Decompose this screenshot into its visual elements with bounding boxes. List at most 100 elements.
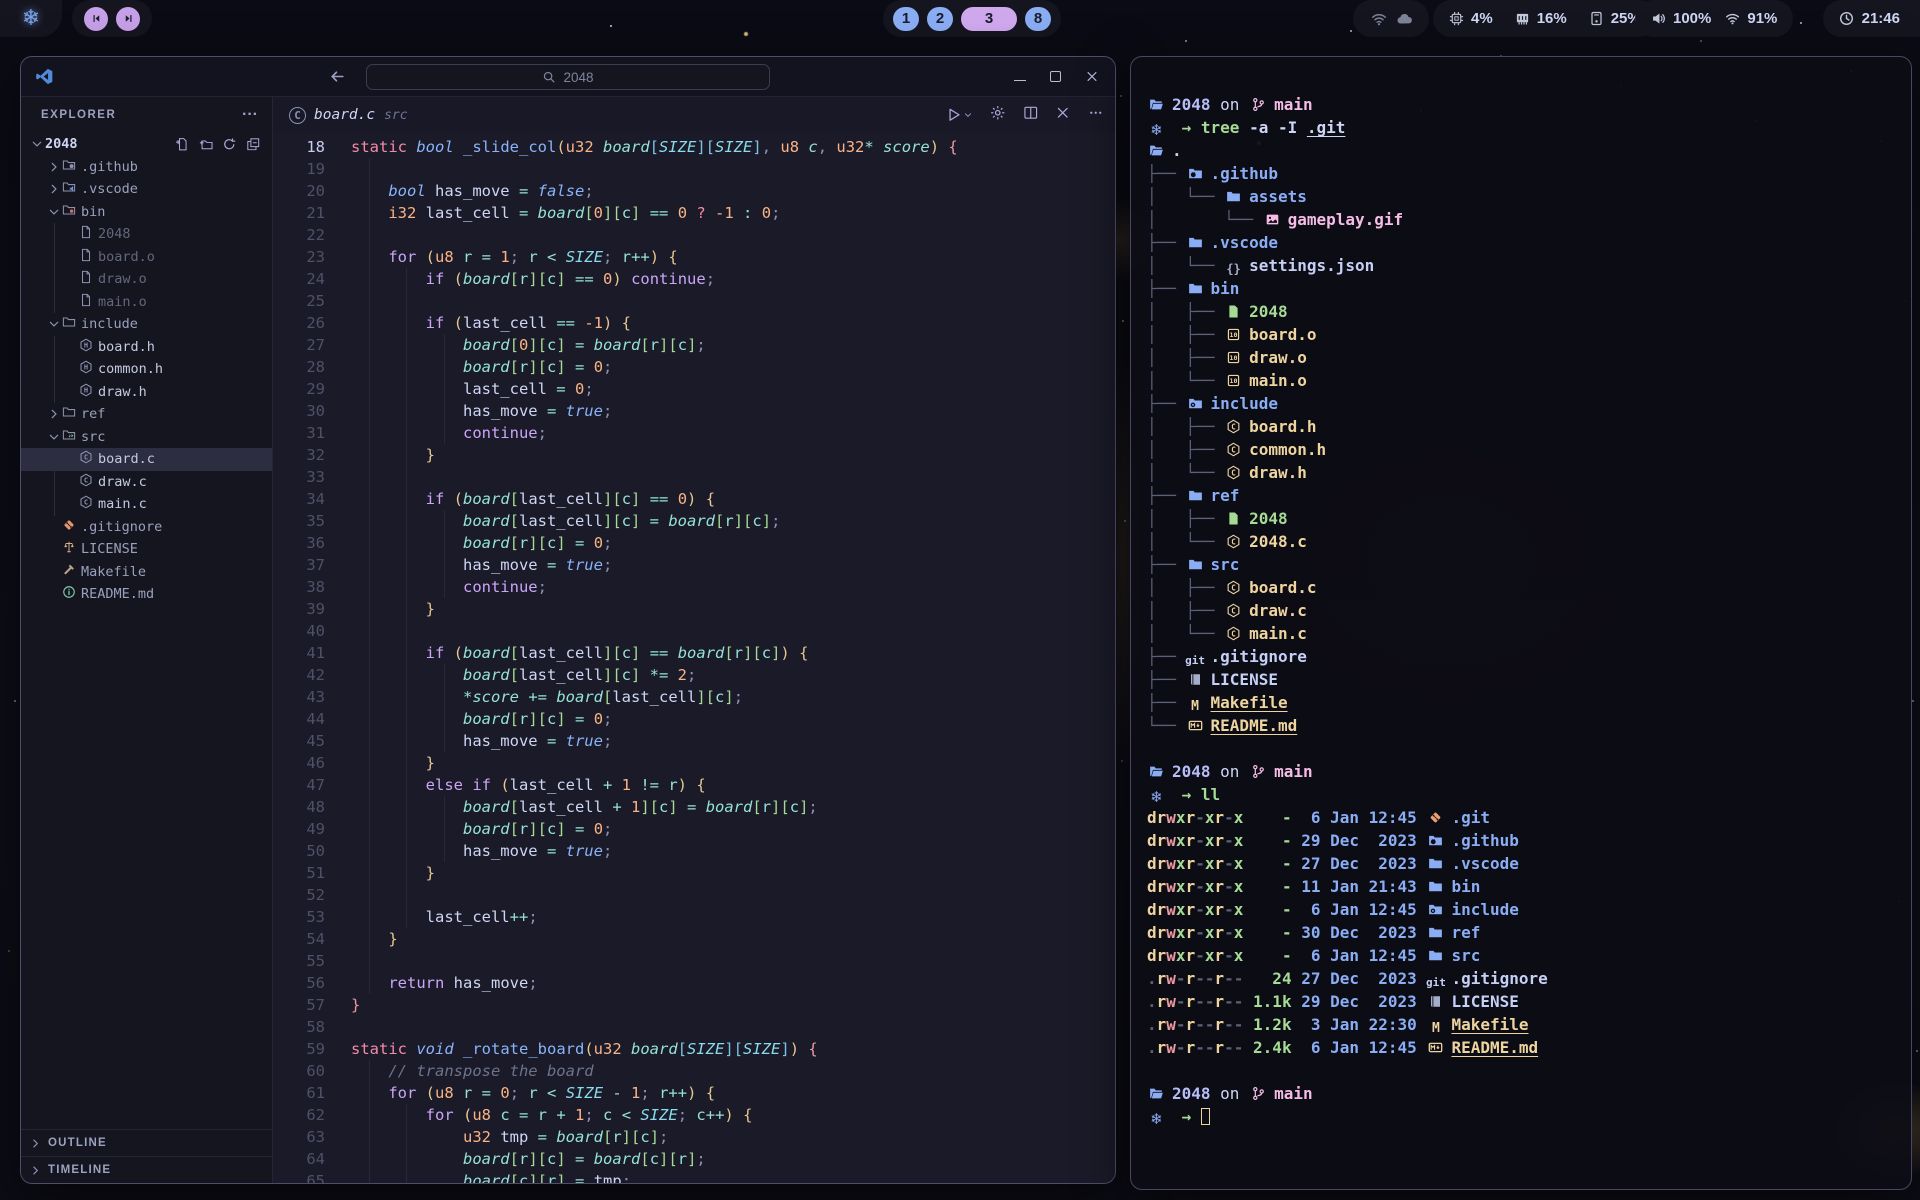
code-line-41[interactable]: 41 if (board[last_cell][c] == board[r][c… (273, 642, 1115, 664)
code-line-18[interactable]: 18static bool _slide_col(u32 board[SIZE]… (273, 136, 1115, 158)
code-line-31[interactable]: 31 continue; (273, 422, 1115, 444)
code-line-57[interactable]: 57} (273, 994, 1115, 1016)
code-line-23[interactable]: 23 for (u8 r = 1; r < SIZE; r++) { (273, 246, 1115, 268)
explorer-item-bin[interactable]: bin (21, 201, 272, 224)
code-line-46[interactable]: 46 } (273, 752, 1115, 774)
workspace-2[interactable]: 2 (927, 7, 953, 31)
skip-forward-button[interactable] (116, 7, 140, 31)
code-line-21[interactable]: 21 i32 last_cell = board[0][c] == 0 ? -1… (273, 202, 1115, 224)
code-line-43[interactable]: 43 *score += board[last_cell][c]; (273, 686, 1115, 708)
code-line-51[interactable]: 51 } (273, 862, 1115, 884)
code-line-63[interactable]: 63 u32 tmp = board[r][c]; (273, 1126, 1115, 1148)
code-line-48[interactable]: 48 board[last_cell + 1][c] = board[r][c]… (273, 796, 1115, 818)
code-line-61[interactable]: 61 for (u8 r = 0; r < SIZE - 1; r++) { (273, 1082, 1115, 1104)
workspace-3[interactable]: 3 (961, 7, 1017, 31)
code-line-55[interactable]: 55 (273, 950, 1115, 972)
code-line-49[interactable]: 49 board[r][c] = 0; (273, 818, 1115, 840)
new-file-icon[interactable] (175, 137, 190, 152)
terminal-window[interactable]: 2048 on main❄ → tree -a -I .git.├── .git… (1130, 56, 1912, 1190)
refresh-icon[interactable] (222, 137, 237, 152)
workspace-8[interactable]: 8 (1025, 7, 1051, 31)
code-editor[interactable]: 18static bool _slide_col(u32 board[SIZE]… (273, 133, 1115, 1183)
vscode-titlebar[interactable]: 2048 (21, 57, 1115, 97)
code-line-28[interactable]: 28 board[r][c] = 0; (273, 356, 1115, 378)
explorer-item-src[interactable]: src (21, 426, 272, 449)
explorer-item-main.o[interactable]: main.o (21, 291, 272, 314)
explorer-item-2048[interactable]: 2048 (21, 223, 272, 246)
collapse-folders-icon[interactable] (246, 137, 261, 152)
sidebar-section-timeline[interactable]: TIMELINE (21, 1156, 272, 1183)
code-line-62[interactable]: 62 for (u8 c = r + 1; c < SIZE; c++) { (273, 1104, 1115, 1126)
code-line-20[interactable]: 20 bool has_move = false; (273, 180, 1115, 202)
close-window-button[interactable] (1085, 70, 1099, 84)
explorer-item-draw.c[interactable]: Cdraw.c (21, 471, 272, 494)
launcher-button[interactable]: ❄ (0, 0, 62, 37)
code-line-53[interactable]: 53 last_cell++; (273, 906, 1115, 928)
code-line-64[interactable]: 64 board[r][c] = board[c][r]; (273, 1148, 1115, 1170)
explorer-item-board.c[interactable]: Cboard.c (21, 448, 272, 471)
explorer-item-common.h[interactable]: Hcommon.h (21, 358, 272, 381)
code-line-56[interactable]: 56 return has_move; (273, 972, 1115, 994)
explorer-item-LICENSE[interactable]: LICENSE (21, 538, 272, 561)
explorer-item-.vscode[interactable]: .vscode (21, 178, 272, 201)
explorer-item-.github[interactable]: .github (21, 156, 272, 179)
skip-back-button[interactable] (84, 7, 108, 31)
code-line-25[interactable]: 25 (273, 290, 1115, 312)
code-line-58[interactable]: 58 (273, 1016, 1115, 1038)
more-actions-button[interactable] (1088, 105, 1104, 126)
code-line-35[interactable]: 35 board[last_cell][c] = board[r][c]; (273, 510, 1115, 532)
run-button[interactable] (946, 107, 974, 123)
minimize-button[interactable] (1014, 73, 1026, 81)
sidebar-section-outline[interactable]: OUTLINE (21, 1129, 272, 1156)
settings-gear-button[interactable] (990, 105, 1006, 126)
explorer-item-2048[interactable]: 2048 (21, 133, 272, 156)
explorer-item-include[interactable]: include (21, 313, 272, 336)
explorer-more-actions-icon[interactable]: ··· (242, 106, 258, 124)
system-stats-module[interactable]: 4% 16% 25% (1433, 0, 1657, 37)
code-line-65[interactable]: 65 board[c][r] = tmp; (273, 1170, 1115, 1183)
close-button[interactable] (1055, 105, 1071, 126)
code-line-33[interactable]: 33 (273, 466, 1115, 488)
new-folder-icon[interactable] (199, 137, 214, 152)
code-line-59[interactable]: 59static void _rotate_board(u32 board[SI… (273, 1038, 1115, 1060)
workspace-1[interactable]: 1 (893, 7, 919, 31)
command-center-search[interactable]: 2048 (366, 64, 770, 90)
code-line-30[interactable]: 30 has_move = true; (273, 400, 1115, 422)
tab-file-name[interactable]: board.c (314, 107, 375, 123)
explorer-item-board.h[interactable]: Hboard.h (21, 336, 272, 359)
code-line-52[interactable]: 52 (273, 884, 1115, 906)
code-line-22[interactable]: 22 (273, 224, 1115, 246)
code-line-45[interactable]: 45 has_move = true; (273, 730, 1115, 752)
code-line-19[interactable]: 19 (273, 158, 1115, 180)
explorer-item-README.md[interactable]: README.md (21, 583, 272, 606)
explorer-item-board.o[interactable]: board.o (21, 246, 272, 269)
code-line-26[interactable]: 26 if (last_cell == -1) { (273, 312, 1115, 334)
maximize-button[interactable] (1050, 71, 1061, 82)
explorer-item-ref[interactable]: ref (21, 403, 272, 426)
code-line-36[interactable]: 36 board[r][c] = 0; (273, 532, 1115, 554)
code-line-38[interactable]: 38 continue; (273, 576, 1115, 598)
clock-module[interactable]: 21:46 (1823, 0, 1920, 37)
status-icons-module[interactable] (1353, 0, 1429, 37)
explorer-item-draw.o[interactable]: draw.o (21, 268, 272, 291)
code-line-50[interactable]: 50 has_move = true; (273, 840, 1115, 862)
explorer-item-.gitignore[interactable]: .gitignore (21, 516, 272, 539)
explorer-item-main.c[interactable]: Cmain.c (21, 493, 272, 516)
code-line-37[interactable]: 37 has_move = true; (273, 554, 1115, 576)
split-editor-button[interactable] (1023, 105, 1039, 126)
navigate-back-button[interactable] (329, 68, 346, 85)
code-line-42[interactable]: 42 board[last_cell][c] *= 2; (273, 664, 1115, 686)
explorer-item-draw.h[interactable]: Hdraw.h (21, 381, 272, 404)
code-line-29[interactable]: 29 last_cell = 0; (273, 378, 1115, 400)
code-line-34[interactable]: 34 if (board[last_cell][c] == 0) { (273, 488, 1115, 510)
code-line-44[interactable]: 44 board[r][c] = 0; (273, 708, 1115, 730)
code-line-27[interactable]: 27 board[0][c] = board[r][c]; (273, 334, 1115, 356)
code-line-39[interactable]: 39 } (273, 598, 1115, 620)
explorer-item-Makefile[interactable]: Makefile (21, 561, 272, 584)
audio-network-module[interactable]: 100% 91% (1635, 0, 1793, 37)
code-line-60[interactable]: 60 // transpose the board (273, 1060, 1115, 1082)
code-line-54[interactable]: 54 } (273, 928, 1115, 950)
code-line-24[interactable]: 24 if (board[r][c] == 0) continue; (273, 268, 1115, 290)
code-line-32[interactable]: 32 } (273, 444, 1115, 466)
code-line-47[interactable]: 47 else if (last_cell + 1 != r) { (273, 774, 1115, 796)
